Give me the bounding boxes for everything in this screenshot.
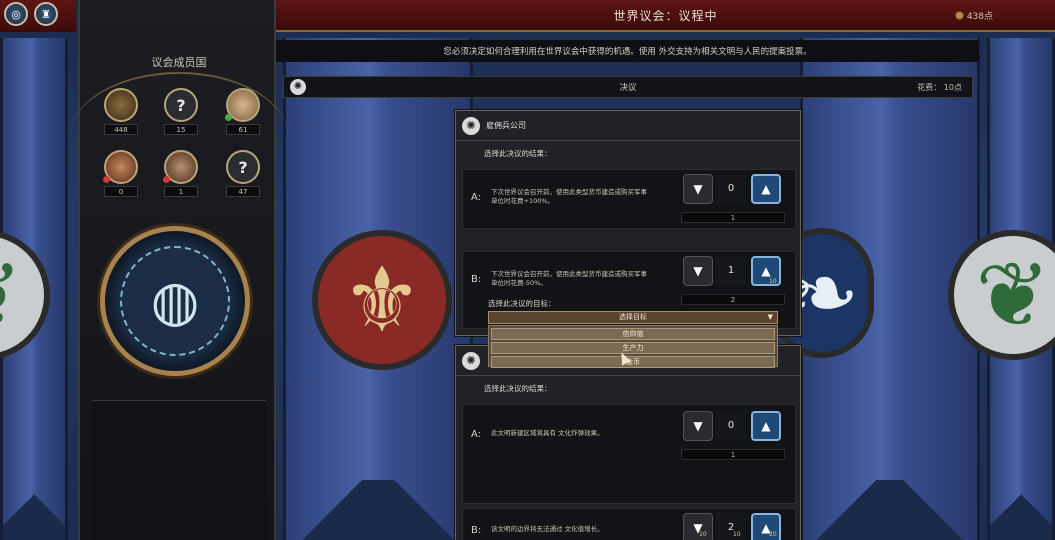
points-value: 438点: [966, 12, 993, 22]
cost-value: 花费： 10点: [917, 83, 962, 92]
resolution-title: 雇佣兵公司: [486, 121, 526, 130]
instruction-bar: 您必须决定如何合理利用在世界议会中获得的机遇。使用 外交支持为相关文明与人民的提…: [276, 40, 979, 62]
member-favor: 61: [226, 124, 260, 135]
total-votes: 1: [681, 449, 785, 460]
chevron-down-icon: ▼: [767, 313, 773, 321]
target-dropdown-menu: 信仰值 生产力 金币: [488, 325, 778, 368]
vote-down-button[interactable]: ▼: [683, 411, 713, 441]
total-votes: 2: [681, 294, 785, 305]
hostile-status-icon: [103, 176, 110, 183]
vote-count: 0: [716, 174, 746, 204]
option-b: B: 该文明的边界将无法通过 文化值增长。 ▼ 10 2 10 ▲ 20: [462, 508, 796, 540]
option-letter: A:: [471, 429, 482, 440]
world-congress-emblem: ◍: [100, 226, 250, 376]
choose-outcome-label: 选择此决议的结果：: [484, 384, 552, 393]
member-4[interactable]: 0: [100, 150, 142, 200]
option-text: 此文明新建区域将具有 文化炸弹效果。: [491, 429, 604, 437]
thumbs-down-icon: ▼: [693, 264, 703, 278]
member-favor: 15: [164, 124, 198, 135]
dropdown-option-faith[interactable]: 信仰值: [491, 328, 775, 340]
vote-up-button[interactable]: ▲: [751, 174, 781, 204]
vote-count: 1: [716, 256, 746, 286]
total-votes: 1: [681, 212, 785, 223]
civ-emblem-fleur-de-lis: ⚜: [312, 230, 452, 370]
option-text: 下次世界议会召开前，使用此类型货币建造或购买军事单位时花费+100%。: [491, 188, 647, 205]
member-favor: 1: [164, 186, 198, 197]
member-1[interactable]: 448: [100, 88, 142, 138]
thumbs-down-icon: ▼: [693, 182, 703, 196]
vote-cost-note: 10: [769, 278, 777, 285]
top-left-controls: ◎ ♜: [0, 0, 76, 32]
diplomacy-button[interactable]: ◎: [4, 2, 28, 26]
choose-outcome-label: 选择此决议的结果：: [484, 149, 552, 158]
unknown-leader-icon: ?: [226, 150, 260, 184]
member-5[interactable]: 1: [160, 150, 202, 200]
resolution-icon: ✺: [290, 79, 306, 95]
thumbs-down-icon: ▼: [693, 419, 703, 433]
resolution-cost: 花费： 10点: [917, 82, 962, 93]
vote-down-button[interactable]: ▼: [683, 174, 713, 204]
vote-down-button[interactable]: ▼: [683, 256, 713, 286]
choose-target-label: 选择此决议的目标：: [488, 299, 556, 308]
thumbs-up-icon: ▲: [761, 419, 771, 433]
resolution-icon: ✺: [462, 117, 480, 135]
vote-count: 0: [716, 411, 746, 441]
thumbs-up-icon: ▲: [761, 182, 771, 196]
world-congress-screen: ❦ ⚜ ❧ ❦ ◎ ♜ 世界议会：议程中 438点 您必须决定如何合理利用在世界…: [0, 0, 1055, 540]
title-bar: 世界议会：议程中 438点: [276, 0, 1055, 32]
favor-icon: [954, 11, 964, 20]
member-2[interactable]: ? 15: [160, 88, 202, 138]
globe-icon: ◍: [120, 246, 230, 356]
congress-icon: ♜: [41, 7, 51, 21]
dropdown-option-gold[interactable]: 金币: [491, 356, 775, 368]
vote-cost-note: 10: [733, 531, 741, 538]
member-favor: 448: [104, 124, 138, 135]
sidebar-banner: [92, 400, 266, 540]
resolution-icon: ✺: [462, 352, 480, 370]
target-dropdown[interactable]: 选择目标 ▼: [488, 311, 778, 324]
member-3[interactable]: 61: [222, 88, 264, 138]
option-letter: A:: [471, 192, 482, 203]
option-letter: B:: [471, 525, 482, 536]
vote-count: 2: [716, 513, 746, 540]
globe-icon: ◎: [11, 7, 21, 21]
option-text: 下次世界议会召开前，使用此类型货币建造或购买军事单位时花费-50%。: [491, 270, 647, 287]
option-letter: B:: [471, 274, 482, 285]
dropdown-value: 选择目标: [619, 313, 647, 321]
vote-up-button[interactable]: ▲: [751, 411, 781, 441]
vote-cost-note: 20: [769, 531, 777, 538]
option-text: 该文明的边界将无法通过 文化值增长。: [491, 525, 604, 533]
vote-cost-note: 10: [699, 531, 707, 538]
friendly-status-icon: [225, 114, 232, 121]
resolution-card-culture: ✺ 选择此决议的结果： A: 此文明新建区域将具有 文化炸弹效果。 ▼ 0 ▲ …: [455, 345, 801, 540]
unknown-leader-icon: ?: [164, 88, 198, 122]
diplomatic-points: 438点: [954, 9, 993, 22]
member-favor: 47: [226, 186, 260, 197]
page-title: 世界议会：议程中: [613, 8, 718, 23]
dropdown-option-production[interactable]: 生产力: [491, 342, 775, 354]
member-favor: 0: [104, 186, 138, 197]
vote-down-button[interactable]: ▼: [683, 513, 713, 540]
sidebar-title: 议会成员国: [151, 56, 207, 69]
resolutions-label: 决议: [619, 83, 637, 93]
resolutions-header: ✺ 决议 花费： 10点: [283, 76, 973, 98]
option-a: A: 下次世界议会召开前，使用此类型货币建造或购买军事单位时花费+100%。 ▼…: [462, 169, 796, 229]
leader-portrait: [104, 88, 138, 122]
congress-button[interactable]: ♜: [34, 2, 58, 26]
member-6[interactable]: ? 47: [222, 150, 264, 200]
option-a: A: 此文明新建区域将具有 文化炸弹效果。 ▼ 0 ▲ 1: [462, 404, 796, 504]
thumbs-up-icon: ▲: [761, 264, 771, 278]
hostile-status-icon: [163, 176, 170, 183]
